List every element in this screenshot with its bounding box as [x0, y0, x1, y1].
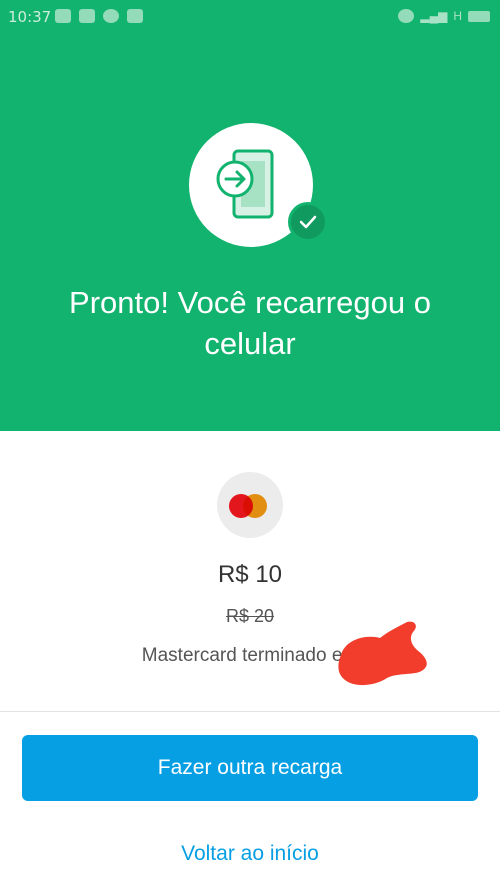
youtube-notification-icon: [55, 9, 71, 23]
signal-icon: ▂▄▆: [420, 9, 448, 23]
youtube-notification-icon-2: [127, 9, 143, 23]
new-recharge-button[interactable]: Fazer outra recarga: [22, 735, 478, 801]
alarm-icon: [398, 9, 415, 23]
whatsapp-notification-icon: [103, 9, 119, 23]
battery-icon: [468, 10, 490, 22]
back-to-home-link[interactable]: Voltar ao início: [0, 842, 500, 866]
success-title-line1: Pronto! Você recarregou o: [69, 285, 431, 320]
network-type: H: [453, 9, 462, 23]
divider: [0, 711, 500, 712]
notification-icons: [55, 9, 143, 23]
success-title-line2: celular: [204, 326, 296, 361]
system-icons: ▂▄▆ H: [398, 9, 490, 23]
check-icon: [288, 202, 328, 242]
redaction-scribble: [338, 621, 427, 686]
recharge-amount: R$ 10: [217, 561, 283, 588]
mastercard-orange-circle: [243, 494, 267, 518]
gallery-notification-icon: [79, 9, 95, 23]
success-header: Pronto! Você recarregou o celular: [0, 34, 500, 431]
mastercard-icon: [217, 472, 283, 538]
success-title: Pronto! Você recarregou o celular: [20, 282, 480, 364]
status-bar: 10:37 ▂▄▆ H: [0, 0, 500, 34]
status-time: 10:37: [8, 8, 52, 26]
